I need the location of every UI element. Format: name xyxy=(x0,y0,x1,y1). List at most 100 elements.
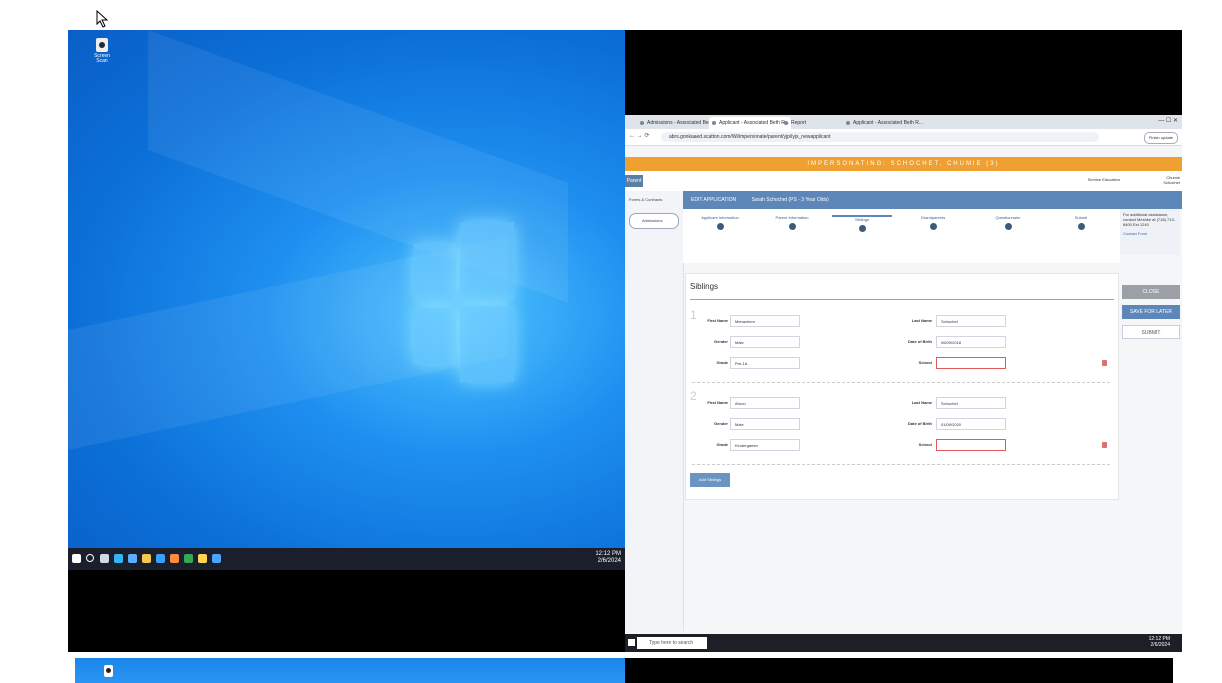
check-icon xyxy=(1004,223,1012,230)
step-label: Parent Information xyxy=(775,215,809,220)
submit-button[interactable]: SUBMIT xyxy=(1122,325,1180,339)
search-icon[interactable] xyxy=(86,554,94,562)
parent-tab[interactable]: Parent xyxy=(625,175,643,187)
add-siblings-button[interactable]: Add Siblings xyxy=(690,473,730,487)
taskbar: Type here to search 12:12 PM 2/6/2024 xyxy=(625,634,1182,652)
service-education-logo: Service Education xyxy=(1087,177,1120,182)
school-select[interactable] xyxy=(936,439,1006,451)
delete-sibling-icon[interactable] xyxy=(1102,360,1107,366)
windows-start-icon[interactable] xyxy=(72,554,81,563)
step-grandparents[interactable]: Grandparents xyxy=(903,215,963,230)
step-label: Grandparents xyxy=(920,215,946,220)
student-name: Sarah Schochet (PS - 3 Year Olds) xyxy=(751,197,829,203)
delete-sibling-icon[interactable] xyxy=(1102,442,1107,448)
window-controls[interactable]: — ☐ ✕ xyxy=(1158,117,1178,124)
nav-buttons-icon[interactable]: ← → ⟳ xyxy=(629,132,649,139)
windows-logo-icon xyxy=(414,222,514,382)
user-name[interactable]: Chumie Schochet xyxy=(1156,175,1180,185)
right-screen: Admissions - Associated Beth R... Applic… xyxy=(625,30,1182,652)
edge-icon[interactable] xyxy=(114,554,123,563)
step-siblings[interactable]: Siblings xyxy=(832,215,892,232)
step-label: Applicant Information xyxy=(701,215,739,220)
first-name-field[interactable]: Ahron xyxy=(730,397,800,409)
help-box: For additional assistance, contact Meshk… xyxy=(1120,209,1180,255)
step-label: Questionnaire xyxy=(995,215,1021,220)
impersonating-banner: IMPERSONATING: SCHOCHET, CHUMIE (3) xyxy=(625,157,1182,171)
second-black-strip xyxy=(625,658,1173,683)
tab-applicant[interactable]: Applicant - Associated Beth R... xyxy=(843,117,925,129)
sibling-divider xyxy=(692,464,1110,465)
save-for-later-button[interactable]: SAVE FOR LATER xyxy=(1122,305,1180,319)
desktop-wallpaper: Screen Scan xyxy=(68,30,625,548)
left-screen: Screen Scan 12:12 PM 2/6/2024 xyxy=(68,30,625,652)
mail-icon[interactable] xyxy=(156,554,165,563)
step-submit[interactable]: Submit xyxy=(1051,215,1111,230)
taskbar-clock[interactable]: 12:12 PM 2/6/2024 xyxy=(1149,636,1170,648)
tab-strip: Admissions - Associated Beth R... Applic… xyxy=(625,115,1182,129)
gender-select[interactable]: Male xyxy=(730,418,800,430)
edit-application-title: EDIT APPLICATION xyxy=(691,197,737,203)
tab-admissions[interactable]: Admissions - Associated Beth R... xyxy=(637,117,719,129)
grade-field[interactable]: Kindergarten xyxy=(730,439,800,451)
school-label: School xyxy=(918,442,932,447)
first-name-label: First Name xyxy=(707,318,728,323)
help-text: For additional assistance, contact Meshk… xyxy=(1123,212,1176,227)
check-icon xyxy=(788,223,796,230)
siblings-form: Siblings 1 First Name Menachem Last Name… xyxy=(685,273,1119,500)
top-nav: Parent Service Education Chumie Schochet xyxy=(625,171,1182,192)
dob-label: Date of Birth xyxy=(908,421,932,426)
check-icon xyxy=(1077,223,1085,230)
taskbar: 12:12 PM 2/6/2024 xyxy=(68,548,625,570)
sticky-notes-icon[interactable] xyxy=(198,554,207,563)
check-icon xyxy=(858,225,866,232)
step-label: Siblings xyxy=(854,217,869,222)
grade-field[interactable]: Pre-1A xyxy=(730,357,800,369)
admissions-nav-item[interactable]: Admissions xyxy=(629,213,679,229)
step-questionnaire[interactable]: Questionnaire xyxy=(978,215,1038,230)
app-blue-icon[interactable] xyxy=(212,554,221,563)
gender-select[interactable]: Male xyxy=(730,336,800,348)
gender-label: Gender xyxy=(713,339,728,344)
grade-label: Grade xyxy=(716,442,728,447)
progress-steps: Applicant Information Parent Information… xyxy=(683,209,1120,263)
first-name-label: First Name xyxy=(707,400,728,405)
check-icon xyxy=(929,223,937,230)
reauth-button[interactable]: Finish update xyxy=(1143,132,1178,144)
sibling-divider xyxy=(692,382,1110,383)
address-bar: ← → ⟳ abrs.gonkaaed.scatton.com/Wi/imper… xyxy=(625,129,1182,146)
taskbar-clock[interactable]: 12:12 PM 2/6/2024 xyxy=(595,551,621,565)
folder-icon[interactable] xyxy=(142,554,151,563)
dob-label: Date of Birth xyxy=(908,339,932,344)
clock-date: 2/6/2024 xyxy=(597,558,621,564)
clock-date: 2/6/2024 xyxy=(1150,642,1170,648)
left-nav: Forms & Contracts Admissions xyxy=(625,191,684,631)
dob-field[interactable]: 01/09/2020 xyxy=(936,418,1006,430)
desktop-icon-screen-scan[interactable]: Screen Scan xyxy=(94,38,110,64)
taskbar-search-input[interactable]: Type here to search xyxy=(637,637,707,649)
app-triangle-icon[interactable] xyxy=(170,554,179,563)
forms-contracts-menu[interactable]: Forms & Contracts xyxy=(629,197,662,202)
last-name-field[interactable]: Schochet xyxy=(936,315,1006,327)
close-button[interactable]: CLOSE xyxy=(1122,285,1180,299)
desktop-app-icon[interactable] xyxy=(104,665,113,677)
step-applicant-information[interactable]: Applicant Information xyxy=(690,215,750,230)
last-name-label: Last Name xyxy=(911,400,932,405)
step-parent-information[interactable]: Parent Information xyxy=(762,215,822,230)
edit-application-header: EDIT APPLICATION Sarah Schochet (PS - 3 … xyxy=(683,191,1182,209)
windows-start-icon[interactable] xyxy=(628,639,635,646)
school-label: School xyxy=(918,360,932,365)
dob-field[interactable]: 06/09/2018 xyxy=(936,336,1006,348)
form-title: Siblings xyxy=(690,282,719,291)
contact-form-link[interactable]: Contact Form xyxy=(1123,231,1177,236)
first-name-field[interactable]: Menachem xyxy=(730,315,800,327)
clock-time: 12:12 PM xyxy=(595,551,621,557)
task-view-icon[interactable] xyxy=(100,554,109,563)
store-icon[interactable] xyxy=(128,554,137,563)
tab-applicant-active[interactable]: Applicant - Associated Beth R... xyxy=(709,117,791,129)
school-select[interactable] xyxy=(936,357,1006,369)
chrome-icon[interactable] xyxy=(184,554,193,563)
last-name-field[interactable]: Schochet xyxy=(936,397,1006,409)
check-icon xyxy=(716,223,724,230)
tab-report[interactable]: Report xyxy=(781,117,851,129)
url-input[interactable]: abrs.gonkaaed.scatton.com/Wi/impersonate… xyxy=(661,132,1099,142)
